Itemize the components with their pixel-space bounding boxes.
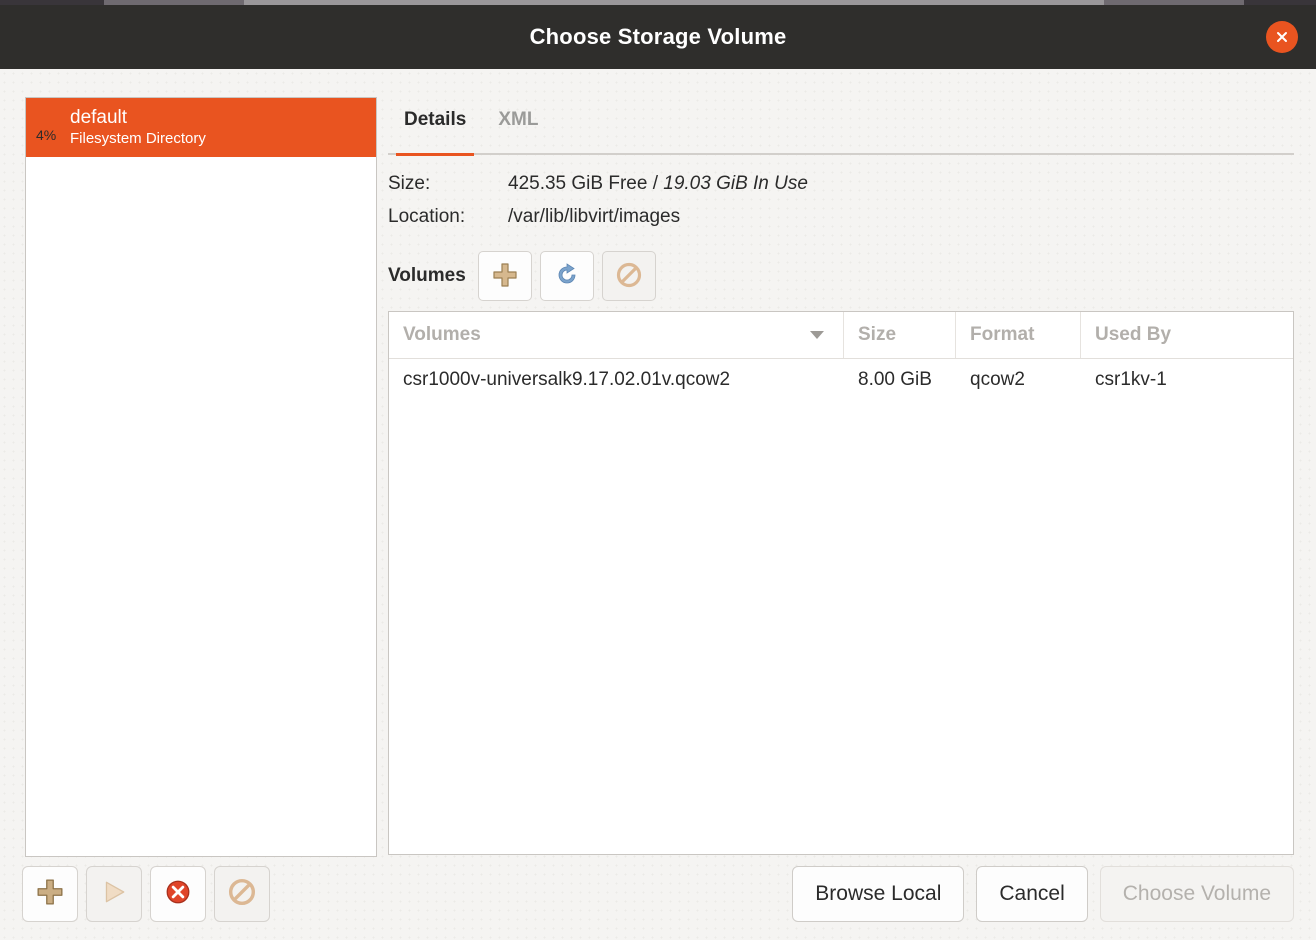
active-tab-indicator [396, 153, 474, 156]
close-window-button[interactable] [1266, 21, 1298, 53]
pool-list-item-default[interactable]: 4% default Filesystem Directory [26, 98, 376, 157]
table-row[interactable]: csr1000v-universalk9.17.02.01v.qcow2 8.0… [389, 359, 1293, 401]
tabs-underline [388, 153, 1294, 156]
volumes-table: Volumes Size Format Used By csr1000v-uni… [388, 311, 1294, 855]
browse-local-button[interactable]: Browse Local [792, 865, 965, 922]
new-volume-button[interactable] [477, 251, 532, 301]
tab-details[interactable]: Details [388, 97, 482, 131]
column-header-volumes-label: Volumes [403, 324, 481, 345]
plus-icon [36, 878, 64, 909]
stop-icon [164, 878, 192, 909]
play-icon [100, 878, 128, 909]
column-header-volumes[interactable]: Volumes [389, 312, 844, 358]
dialog-bottom-bar: Browse Local Cancel Choose Volume [0, 847, 1316, 940]
dialog-titlebar: Choose Storage Volume [0, 5, 1316, 69]
sort-descending-icon [809, 324, 825, 346]
plus-icon [492, 262, 518, 291]
column-header-format[interactable]: Format [956, 312, 1081, 358]
start-pool-button[interactable] [86, 865, 142, 922]
size-inuse-text: 19.03 GiB In Use [663, 173, 808, 194]
delete-forbidden-icon [616, 262, 642, 291]
choose-storage-volume-dialog: Choose Storage Volume 4% default Filesys… [0, 5, 1316, 940]
volumes-toolbar-label: Volumes [388, 265, 466, 286]
cell-volume-format: qcow2 [970, 369, 1025, 390]
column-header-used-by[interactable]: Used By [1081, 312, 1293, 358]
pool-detail-rows: Size: 425.35 GiB Free / 19.03 GiB In Use… [388, 155, 1294, 239]
cancel-button[interactable]: Cancel [976, 865, 1088, 922]
choose-volume-button[interactable]: Choose Volume [1099, 865, 1294, 922]
dialog-body: 4% default Filesystem Directory Details … [0, 69, 1316, 940]
size-row: Size: 425.35 GiB Free / 19.03 GiB In Use [388, 173, 1294, 206]
cell-volume-name: csr1000v-universalk9.17.02.01v.qcow2 [403, 369, 731, 390]
cell-volume-size: 8.00 GiB [858, 369, 932, 390]
dialog-action-buttons: Browse Local Cancel Choose Volume [780, 865, 1294, 922]
volumes-toolbar: Volumes [388, 249, 1294, 303]
delete-forbidden-icon [228, 878, 256, 909]
cell-volume-used-by: csr1kv-1 [1095, 369, 1167, 390]
pool-labels: default Filesystem Directory [70, 107, 206, 147]
pool-type: Filesystem Directory [70, 129, 206, 147]
dialog-title: Choose Storage Volume [529, 24, 787, 49]
pool-action-toolbar [22, 865, 278, 922]
volumes-table-header: Volumes Size Format Used By [389, 312, 1293, 359]
pool-usage-percent: 4% [36, 126, 57, 143]
size-value: 425.35 GiB Free / 19.03 GiB In Use [508, 173, 808, 195]
size-label: Size: [388, 173, 431, 194]
pool-name: default [70, 107, 128, 129]
refresh-volumes-button[interactable] [539, 251, 594, 301]
stop-pool-button[interactable] [150, 865, 206, 922]
delete-pool-button[interactable] [214, 865, 270, 922]
location-row: Location: /var/lib/libvirt/images [388, 206, 1294, 239]
location-label: Location: [388, 206, 466, 227]
add-pool-button[interactable] [22, 865, 78, 922]
storage-pool-list[interactable]: 4% default Filesystem Directory [25, 97, 377, 857]
tab-xml[interactable]: XML [482, 97, 554, 131]
refresh-icon [554, 262, 580, 291]
detail-tabs: Details XML [388, 97, 1294, 156]
location-value: /var/lib/libvirt/images [508, 206, 681, 227]
column-header-size[interactable]: Size [844, 312, 956, 358]
pool-detail-panel: Details XML Size: 425.35 GiB Free / 19.0… [388, 97, 1294, 855]
delete-volume-button[interactable] [601, 251, 656, 301]
size-free-text: 425.35 GiB Free / [508, 173, 658, 194]
close-icon [1275, 30, 1289, 44]
